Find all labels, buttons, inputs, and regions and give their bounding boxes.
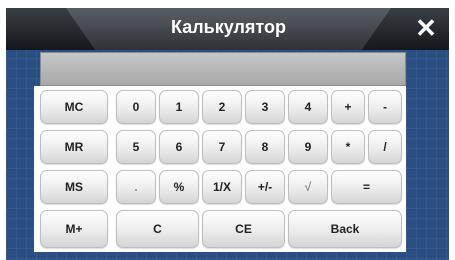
decimal-point-button[interactable]: .: [116, 170, 156, 204]
minus-button[interactable]: -: [368, 90, 402, 124]
digit-9-button[interactable]: 9: [288, 130, 328, 164]
clear-button[interactable]: C: [116, 210, 199, 248]
app-frame: Калькулятор ✕ MC 0 1 2 3 4 + - MR 5 6 7 …: [0, 0, 455, 260]
sqrt-button[interactable]: √: [288, 170, 328, 204]
close-button[interactable]: ✕: [409, 12, 443, 44]
digit-2-button[interactable]: 2: [202, 90, 242, 124]
m-plus-button[interactable]: M+: [40, 210, 108, 248]
digit-1-button[interactable]: 1: [159, 90, 199, 124]
digit-0-button[interactable]: 0: [116, 90, 156, 124]
digit-6-button[interactable]: 6: [159, 130, 199, 164]
equals-button[interactable]: =: [331, 170, 402, 204]
title-bar: Калькулятор ✕: [6, 8, 449, 50]
window-title: Калькулятор: [170, 17, 286, 37]
ms-button[interactable]: MS: [40, 170, 108, 204]
digit-7-button[interactable]: 7: [202, 130, 242, 164]
backspace-button[interactable]: Back: [288, 210, 402, 248]
mr-button[interactable]: MR: [40, 130, 108, 164]
negate-button[interactable]: +/-: [245, 170, 285, 204]
mc-button[interactable]: MC: [40, 90, 108, 124]
percent-button[interactable]: %: [159, 170, 199, 204]
keypad: MC 0 1 2 3 4 + - MR 5 6 7 8 9 * / MS . %…: [34, 86, 406, 252]
reciprocal-button[interactable]: 1/X: [202, 170, 242, 204]
calculator-display: [40, 52, 406, 86]
digit-8-button[interactable]: 8: [245, 130, 285, 164]
digit-5-button[interactable]: 5: [116, 130, 156, 164]
digit-3-button[interactable]: 3: [245, 90, 285, 124]
plus-button[interactable]: +: [331, 90, 365, 124]
multiply-button[interactable]: *: [331, 130, 365, 164]
digit-4-button[interactable]: 4: [288, 90, 328, 124]
divide-button[interactable]: /: [368, 130, 402, 164]
clear-entry-button[interactable]: CE: [202, 210, 285, 248]
